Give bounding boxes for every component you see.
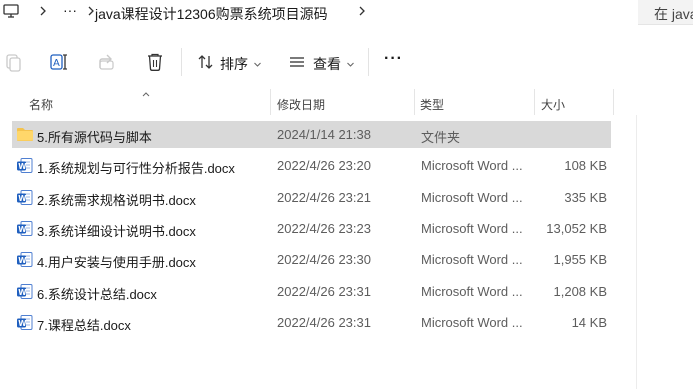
column-size[interactable]: 大小 (541, 96, 565, 113)
search-placeholder: 在 java (654, 6, 693, 22)
view-button[interactable]: 查看 (288, 53, 355, 74)
column-divider[interactable] (613, 89, 614, 115)
file-row[interactable]: 5.所有源代码与脚本 2024/1/14 21:38 文件夹 (12, 121, 611, 148)
word-doc-icon: W (16, 251, 34, 267)
file-type: Microsoft Word ... (421, 158, 523, 173)
file-row[interactable]: W 1.系统规划与可行性分析报告.docx 2022/4/26 23:20 Micro… (12, 152, 611, 179)
file-modified: 2022/4/26 23:31 (277, 284, 371, 299)
file-row[interactable]: W 7.课程总结.docx 2022/4/26 23:31 Microsoft Wor… (12, 309, 611, 336)
file-modified: 2022/4/26 23:21 (277, 190, 371, 205)
file-type: Microsoft Word ... (421, 252, 523, 267)
breadcrumb-current-folder[interactable]: java课程设计12306购票系统项目源码 (95, 4, 328, 24)
file-type: Microsoft Word ... (421, 221, 523, 236)
sort-button[interactable]: 排序 (197, 53, 262, 74)
word-doc-icon: W (16, 220, 34, 236)
copy-button[interactable] (4, 52, 22, 75)
search-input[interactable]: 在 java (638, 0, 693, 25)
svg-text:W: W (18, 162, 27, 171)
column-divider[interactable] (414, 89, 415, 115)
address-bar: ··· java课程设计12306购票系统项目源码 (0, 0, 693, 26)
sort-icon (197, 53, 215, 74)
chevron-down-icon (346, 56, 355, 72)
trash-icon (146, 52, 164, 75)
file-name: 3.系统详细设计说明书.docx (37, 224, 196, 239)
column-type[interactable]: 类型 (420, 96, 444, 113)
file-name: 6.系统设计总结.docx (37, 287, 157, 302)
file-modified: 2022/4/26 23:30 (277, 252, 371, 267)
file-name: 2.系统需求规格说明书.docx (37, 193, 196, 208)
file-size: 108 KB (564, 158, 607, 173)
file-name: 5.所有源代码与脚本 (37, 130, 152, 145)
rename-icon: A (49, 52, 69, 75)
file-row[interactable]: W 2.系统需求规格说明书.docx 2022/4/26 23:21 Microsof… (12, 184, 611, 211)
file-type: Microsoft Word ... (421, 315, 523, 330)
file-size: 13,052 KB (546, 221, 607, 236)
file-name: 1.系统规划与可行性分析报告.docx (37, 161, 235, 176)
svg-text:W: W (18, 288, 27, 297)
svg-text:W: W (18, 225, 27, 234)
sort-ascending-icon (141, 87, 151, 101)
file-type: Microsoft Word ... (421, 284, 523, 299)
svg-text:W: W (18, 319, 27, 328)
file-size: 335 KB (564, 190, 607, 205)
file-row[interactable]: W 6.系统设计总结.docx 2022/4/26 23:31 Microsoft W… (12, 278, 611, 305)
monitor-icon[interactable] (3, 3, 19, 24)
file-modified: 2022/4/26 23:20 (277, 158, 371, 173)
view-label: 查看 (313, 55, 341, 72)
svg-text:W: W (18, 256, 27, 265)
breadcrumb-ellipsis[interactable]: ··· (63, 2, 77, 18)
file-size: 14 KB (571, 315, 607, 330)
file-size: 1,955 KB (553, 252, 608, 267)
share-icon (97, 52, 117, 75)
rename-button[interactable]: A (49, 52, 69, 75)
column-divider[interactable] (534, 89, 535, 115)
chevron-right-icon[interactable] (38, 3, 48, 22)
word-doc-icon: W (16, 157, 34, 173)
column-name[interactable]: 名称 (29, 96, 53, 113)
svg-text:W: W (18, 194, 27, 203)
word-doc-icon: W (16, 189, 34, 205)
chevron-down-icon (253, 56, 262, 72)
delete-button[interactable] (146, 52, 164, 75)
file-size: 1,208 KB (553, 284, 608, 299)
file-type: Microsoft Word ... (421, 190, 523, 205)
file-name: 4.用户安装与使用手册.docx (37, 255, 196, 270)
chevron-right-icon[interactable] (357, 3, 367, 22)
folder-icon (16, 126, 34, 142)
view-list-icon (288, 53, 306, 74)
pane-divider (636, 115, 637, 389)
column-divider[interactable] (270, 89, 271, 115)
more-options-icon: ··· (384, 50, 403, 67)
file-type: 文件夹 (421, 130, 461, 145)
more-options-button[interactable]: ··· (384, 50, 403, 68)
copy-icon (4, 52, 22, 75)
word-doc-icon: W (16, 314, 34, 330)
word-doc-icon: W (16, 283, 34, 299)
column-modified[interactable]: 修改日期 (277, 96, 325, 113)
file-modified: 2024/1/14 21:38 (277, 127, 371, 142)
toolbar-divider (368, 48, 369, 76)
sort-label: 排序 (220, 55, 248, 72)
file-row[interactable]: W 3.系统详细设计说明书.docx 2022/4/26 23:23 Microsof… (12, 215, 611, 242)
share-button[interactable] (97, 52, 117, 75)
svg-text:A: A (53, 58, 60, 69)
file-modified: 2022/4/26 23:23 (277, 221, 371, 236)
file-modified: 2022/4/26 23:31 (277, 315, 371, 330)
toolbar-divider (181, 48, 182, 76)
column-header: 名称 修改日期 类型 大小 (0, 90, 693, 116)
file-name: 7.课程总结.docx (37, 318, 131, 333)
file-row[interactable]: W 4.用户安装与使用手册.docx 2022/4/26 23:30 Microsof… (12, 246, 611, 273)
